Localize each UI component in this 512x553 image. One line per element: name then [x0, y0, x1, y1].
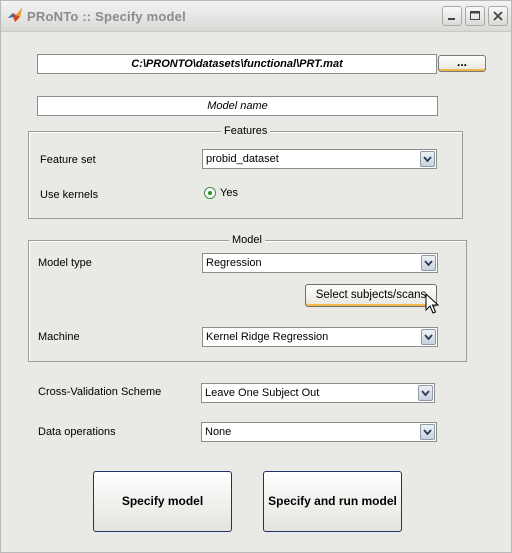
machine-label: Machine: [38, 331, 80, 343]
mouse-pointer-icon: [425, 292, 440, 318]
chevron-down-icon[interactable]: [420, 424, 435, 440]
model-type-value: Regression: [206, 257, 262, 269]
use-kernels-radio[interactable]: [204, 187, 216, 199]
chevron-down-icon[interactable]: [421, 329, 436, 345]
maximize-button[interactable]: [465, 6, 485, 26]
feature-set-label: Feature set: [40, 154, 96, 166]
browse-button[interactable]: ...: [438, 55, 486, 72]
specify-model-window: PRoNTo :: Specify model C:\PRONTO\datase…: [0, 0, 512, 553]
chevron-down-icon[interactable]: [421, 255, 436, 271]
close-button[interactable]: [488, 6, 508, 26]
model-type-label: Model type: [38, 257, 92, 269]
use-kernels-option-label: Yes: [220, 187, 238, 199]
machine-value: Kernel Ridge Regression: [206, 331, 329, 343]
maximize-icon: [470, 11, 480, 20]
model-type-dropdown[interactable]: Regression: [202, 253, 438, 273]
feature-set-value: probid_dataset: [206, 153, 279, 165]
use-kernels-label: Use kernels: [40, 189, 99, 201]
close-icon: [493, 11, 503, 21]
minimize-icon: [448, 18, 455, 20]
machine-dropdown[interactable]: Kernel Ridge Regression: [202, 327, 438, 347]
chevron-down-icon[interactable]: [418, 385, 433, 401]
data-operations-label: Data operations: [38, 426, 116, 438]
feature-set-dropdown[interactable]: probid_dataset: [202, 149, 437, 169]
specify-model-button[interactable]: Specify model: [93, 471, 232, 532]
matlab-membrane-icon: [7, 7, 23, 23]
model-panel-title: Model: [229, 233, 265, 247]
title-bar[interactable]: PRoNTo :: Specify model: [1, 1, 511, 32]
cv-scheme-value: Leave One Subject Out: [205, 387, 320, 399]
window-title: PRoNTo :: Specify model: [27, 9, 186, 24]
data-operations-value: None: [205, 426, 232, 438]
dataset-path-field[interactable]: C:\PRONTO\datasets\functional\PRT.mat: [37, 54, 437, 74]
features-panel: Features: [28, 124, 463, 219]
minimize-button[interactable]: [442, 6, 462, 26]
cv-scheme-label: Cross-Validation Scheme: [38, 386, 162, 398]
specify-and-run-model-button[interactable]: Specify and run model: [263, 471, 402, 532]
data-operations-dropdown[interactable]: None: [201, 422, 437, 442]
cv-scheme-dropdown[interactable]: Leave One Subject Out: [201, 383, 435, 403]
model-name-input[interactable]: Model name: [37, 96, 438, 116]
select-subjects-scans-button[interactable]: Select subjects/scans: [305, 284, 437, 307]
chevron-down-icon[interactable]: [420, 151, 435, 167]
features-panel-title: Features: [221, 124, 271, 138]
